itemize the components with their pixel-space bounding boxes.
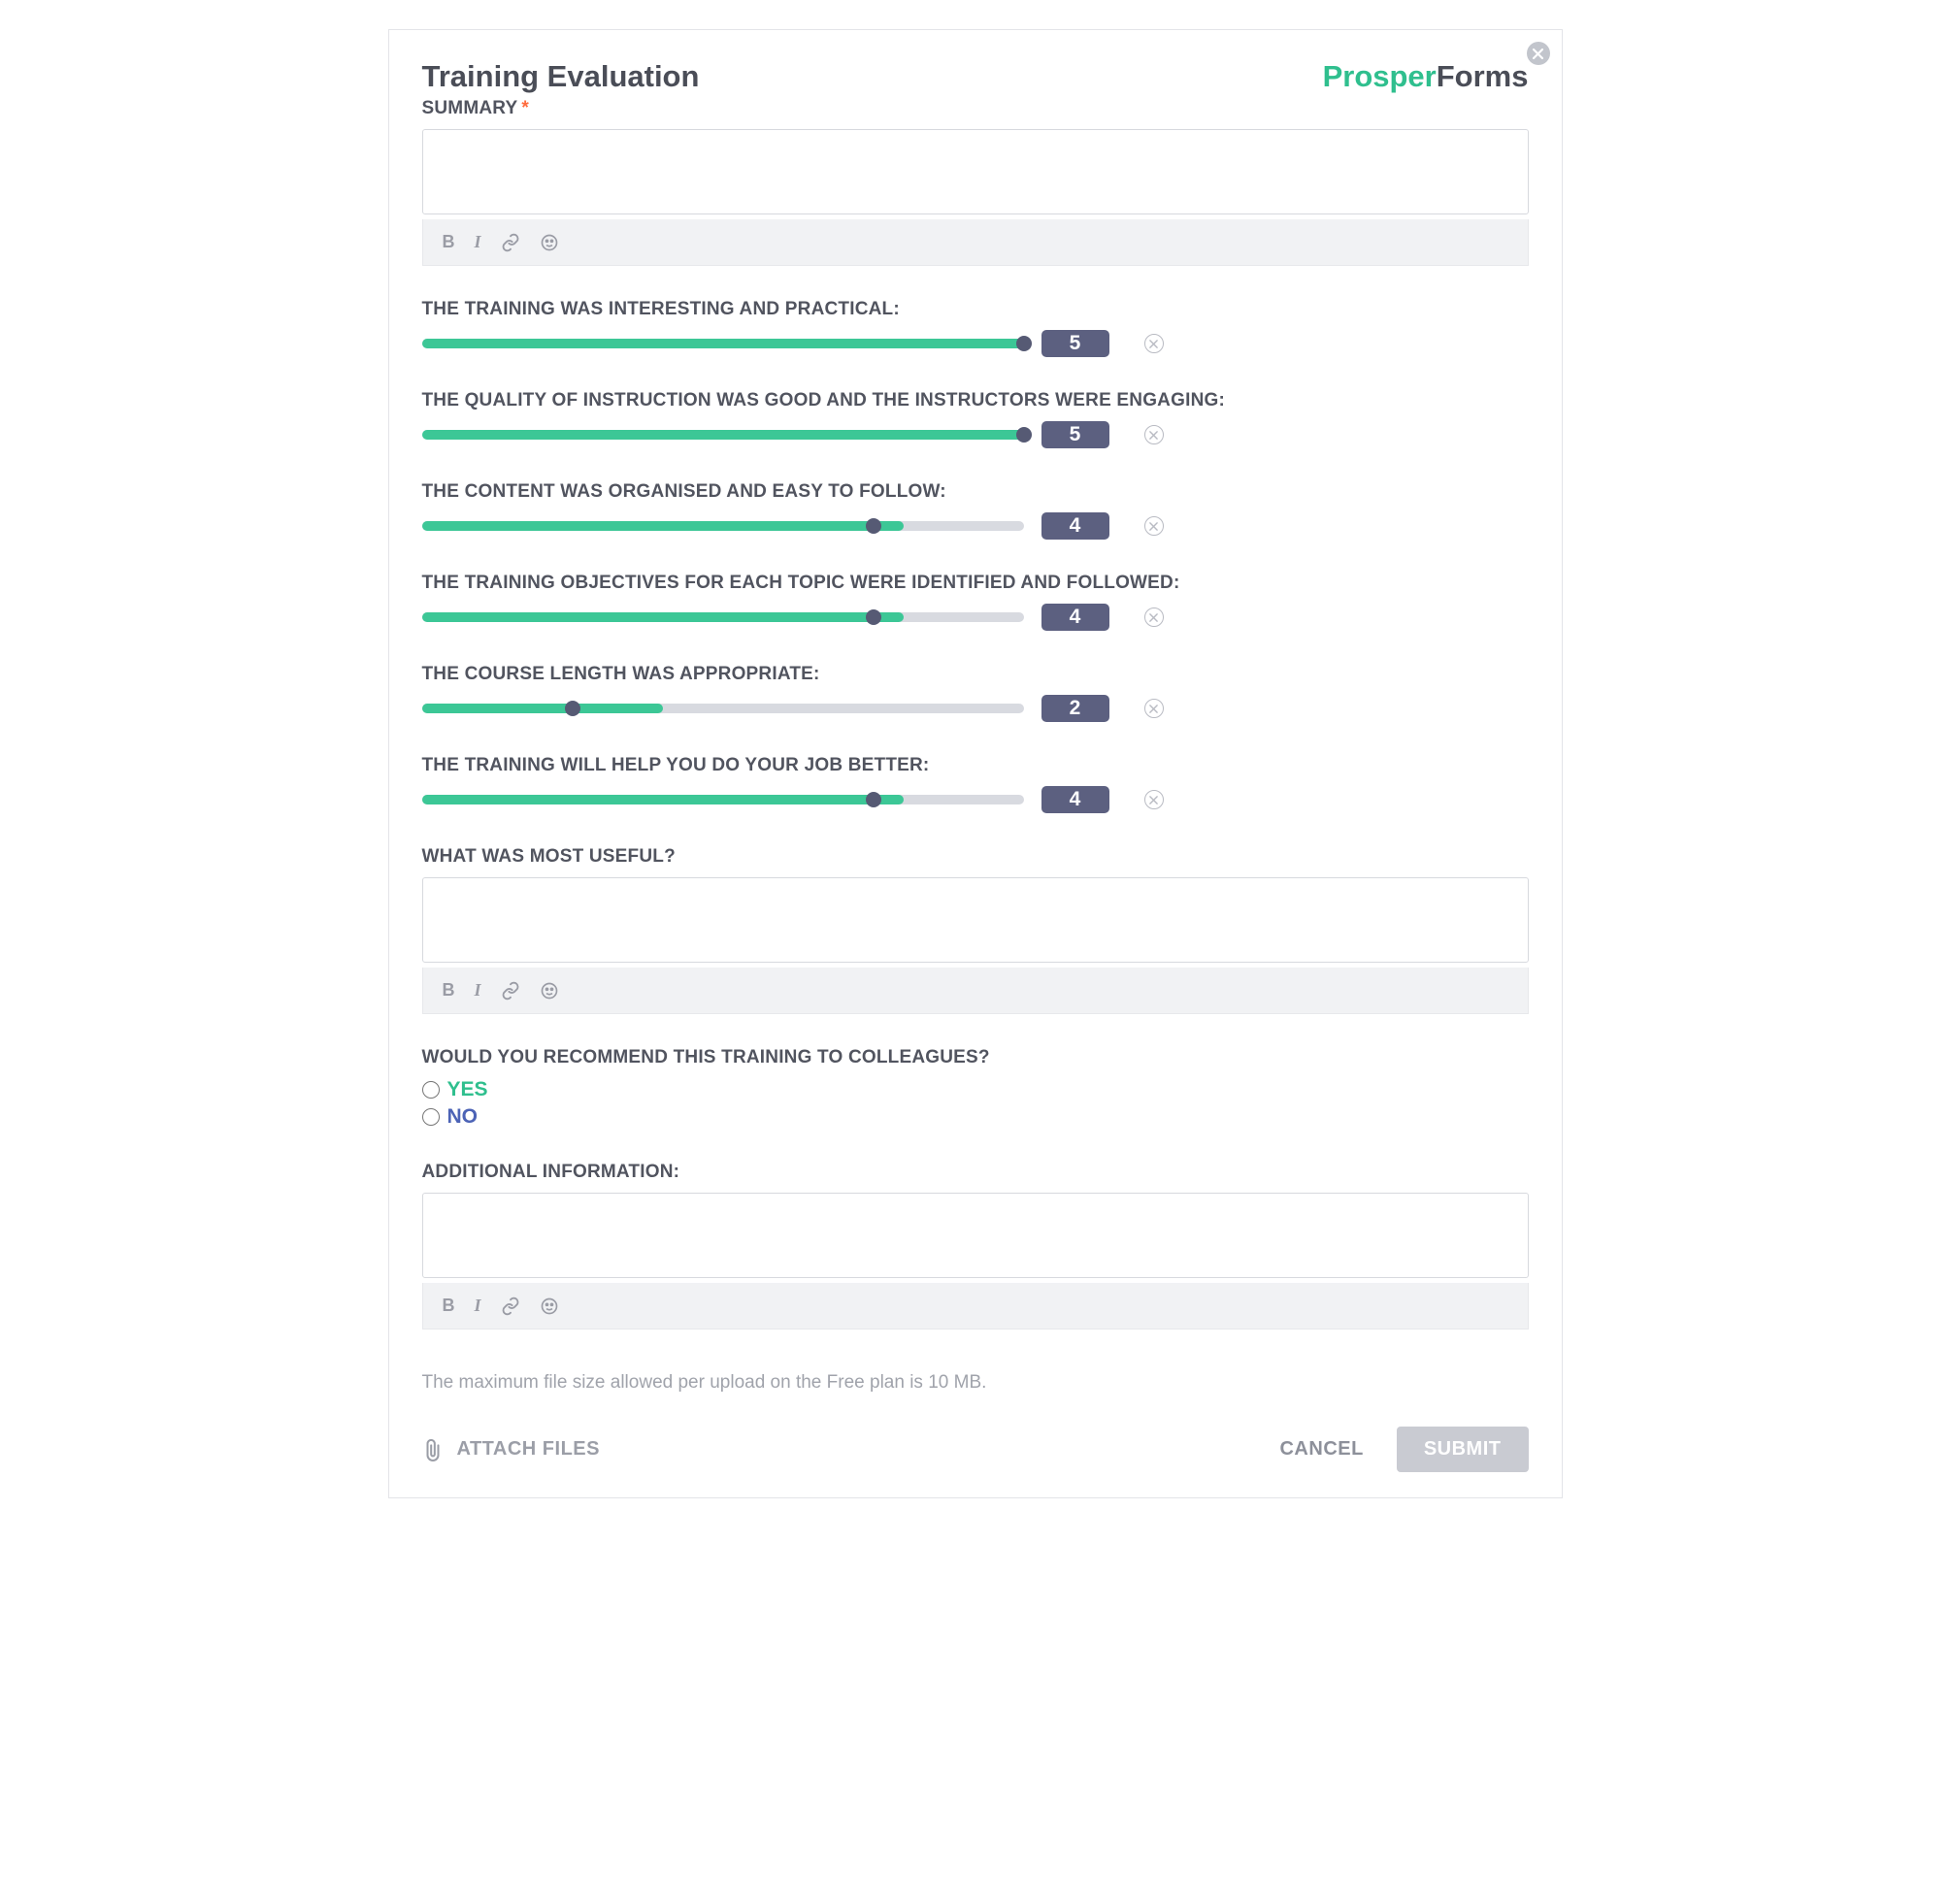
recommend-yes-radio[interactable] (422, 1081, 440, 1099)
slider-value-1: 5 (1041, 421, 1109, 448)
link-icon[interactable] (501, 233, 520, 252)
useful-input[interactable] (422, 877, 1529, 963)
bold-icon[interactable]: B (443, 1296, 455, 1316)
cancel-button[interactable]: CANCEL (1279, 1438, 1363, 1461)
slider-thumb-2[interactable] (866, 518, 881, 534)
slider-clear-5[interactable] (1144, 790, 1164, 809)
additional-label: ADDITIONAL INFORMATION: (422, 1162, 1529, 1183)
required-asterisk: * (521, 98, 529, 118)
slider-value-3: 4 (1041, 604, 1109, 631)
additional-toolbar: B I (422, 1283, 1529, 1330)
slider-thumb-3[interactable] (866, 609, 881, 625)
slider-thumb-0[interactable] (1016, 336, 1032, 351)
slider-1[interactable] (422, 430, 1024, 440)
summary-label: SUMMARY* (422, 98, 1529, 119)
slider-value-5: 4 (1041, 786, 1109, 813)
useful-toolbar: B I (422, 968, 1529, 1014)
slider-clear-1[interactable] (1144, 425, 1164, 444)
useful-label: WHAT WAS MOST USEFUL? (422, 846, 1529, 868)
recommend-no-radio[interactable] (422, 1108, 440, 1126)
slider-4[interactable] (422, 704, 1024, 713)
summary-input[interactable] (422, 129, 1529, 214)
slider-label-2: THE CONTENT WAS ORGANISED AND EASY TO FO… (422, 481, 1529, 503)
slider-label-5: THE TRAINING WILL HELP YOU DO YOUR JOB B… (422, 755, 1529, 776)
slider-value-4: 2 (1041, 695, 1109, 722)
slider-label-3: THE TRAINING OBJECTIVES FOR EACH TOPIC W… (422, 573, 1529, 594)
submit-button[interactable]: SUBMIT (1397, 1427, 1529, 1472)
slider-thumb-1[interactable] (1016, 427, 1032, 443)
link-icon[interactable] (501, 981, 520, 1001)
close-button[interactable] (1527, 42, 1550, 65)
slider-clear-2[interactable] (1144, 516, 1164, 536)
summary-toolbar: B I (422, 219, 1529, 266)
emoji-icon[interactable] (540, 233, 559, 252)
attach-files-label: ATTACH FILES (457, 1438, 600, 1461)
form-modal: Training Evaluation ProsperForms SUMMARY… (388, 29, 1563, 1498)
bold-icon[interactable]: B (443, 980, 455, 1001)
italic-icon[interactable]: I (475, 1296, 481, 1316)
paperclip-icon (422, 1437, 444, 1462)
logo-part-2: Forms (1437, 59, 1529, 93)
recommend-yes-label: YES (447, 1078, 488, 1101)
slider-3[interactable] (422, 612, 1024, 622)
attach-files-button[interactable]: ATTACH FILES (422, 1437, 600, 1462)
additional-input[interactable] (422, 1193, 1529, 1278)
upload-size-note: The maximum file size allowed per upload… (422, 1372, 1529, 1394)
slider-label-0: THE TRAINING WAS INTERESTING AND PRACTIC… (422, 299, 1529, 320)
emoji-icon[interactable] (540, 981, 559, 1001)
slider-0[interactable] (422, 339, 1024, 348)
italic-icon[interactable]: I (475, 980, 481, 1001)
slider-value-2: 4 (1041, 512, 1109, 540)
slider-clear-0[interactable] (1144, 334, 1164, 353)
recommend-label: WOULD YOU RECOMMEND THIS TRAINING TO COL… (422, 1047, 1529, 1068)
bold-icon[interactable]: B (443, 232, 455, 252)
italic-icon[interactable]: I (475, 232, 481, 252)
slider-5[interactable] (422, 795, 1024, 804)
page-title: Training Evaluation (422, 59, 700, 94)
recommend-no-label: NO (447, 1105, 479, 1129)
slider-label-4: THE COURSE LENGTH WAS APPROPRIATE: (422, 664, 1529, 685)
logo-part-1: Prosper (1323, 59, 1437, 93)
slider-clear-4[interactable] (1144, 699, 1164, 718)
link-icon[interactable] (501, 1297, 520, 1316)
emoji-icon[interactable] (540, 1297, 559, 1316)
slider-thumb-5[interactable] (866, 792, 881, 807)
brand-logo: ProsperForms (1323, 59, 1529, 94)
summary-label-text: SUMMARY (422, 98, 518, 118)
slider-value-0: 5 (1041, 330, 1109, 357)
slider-thumb-4[interactable] (565, 701, 580, 716)
slider-label-1: THE QUALITY OF INSTRUCTION WAS GOOD AND … (422, 390, 1529, 411)
slider-clear-3[interactable] (1144, 607, 1164, 627)
slider-2[interactable] (422, 521, 1024, 531)
